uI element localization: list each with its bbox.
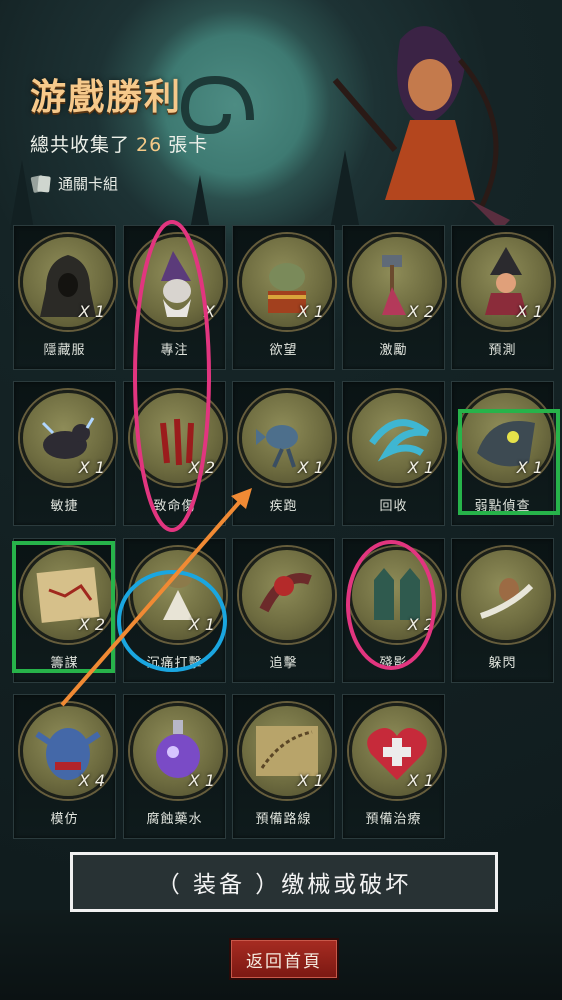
card-count-badge: X 1 [188,615,215,634]
tip-box: （ 装备 ）缴械或破坏 [70,852,498,912]
card-name: 致命傷 [153,499,196,514]
card-item[interactable]: X 1 腐蝕藥水 [123,694,226,839]
card-name: 躲閃 [488,656,517,671]
card-name: 腐蝕藥水 [146,812,203,827]
card-count-badge: X 1 [297,771,324,790]
card-item[interactable]: X 4 模仿 [13,694,116,839]
card-count-badge: X 1 [516,302,543,321]
cards-icon [30,174,52,193]
card-name: 專注 [160,343,189,358]
card-count-badge: X 1 [78,458,105,477]
card-art [458,547,554,643]
card-item[interactable]: X 1 弱點偵查 [451,381,554,526]
card-name: 疾跑 [269,499,298,514]
card-item[interactable]: X 1 敏捷 [13,381,116,526]
card-name: 弱點偵查 [474,499,531,514]
card-name: 敏捷 [50,499,79,514]
card-count-badge: X 2 [407,615,434,634]
card-item[interactable]: X 專注 [123,225,226,370]
archer-character-art [332,26,510,230]
card-name: 欲望 [269,343,298,358]
dodge-icon [480,578,534,619]
card-name: 模仿 [50,812,79,827]
card-name: 預測 [488,343,517,358]
card-count-badge: X 1 [516,458,543,477]
card-count-badge: X 2 [78,615,105,634]
card-name: 隱藏服 [43,343,86,358]
card-item[interactable]: X 1 欲望 [232,225,335,370]
card-item[interactable]: X 2 籌謀 [13,538,116,683]
card-item[interactable]: X 1 隱藏服 [13,225,116,370]
card-art [239,547,335,643]
collected-summary: 總共收集了 26 張卡 [30,130,208,157]
clear-deck-link[interactable]: 通關卡組 [30,173,118,194]
card-count-badge: X 1 [297,302,324,321]
card-name: 預備路線 [255,812,312,827]
card-item[interactable]: X 1 沉痛打擊 [123,538,226,683]
summary-suffix: 張卡 [168,134,209,156]
card-item[interactable]: X 1 回收 [342,381,445,526]
card-count-badge: X 2 [407,302,434,321]
card-item[interactable]: X 1 預測 [451,225,554,370]
card-count-badge: X 1 [297,458,324,477]
card-count-badge: X 4 [78,771,105,790]
summary-prefix: 總共收集了 [30,134,131,156]
card-count-badge: X 1 [407,771,434,790]
clear-deck-label: 通關卡組 [58,175,119,193]
card-name: 預備治療 [365,812,422,827]
card-name: 殘影 [379,656,408,671]
card-item[interactable]: X 2 致命傷 [123,381,226,526]
card-count-badge: X 1 [407,458,434,477]
return-home-button[interactable]: 返回首頁 [229,938,339,980]
card-count-badge: X 1 [78,302,105,321]
card-name: 追擊 [269,656,298,671]
card-name: 沉痛打擊 [146,656,203,671]
card-item[interactable]: 追擊 [232,538,335,683]
card-item[interactable]: X 1 疾跑 [232,381,335,526]
card-name: 籌謀 [50,656,79,671]
card-count-badge: X 1 [188,771,215,790]
card-count-badge: X [204,302,215,321]
card-count-badge: X 2 [188,458,215,477]
chase-icon [259,573,312,613]
card-name: 回收 [379,499,408,514]
card-item[interactable]: 躲閃 [451,538,554,683]
page-title: 游戲勝利 [30,76,183,118]
card-item[interactable]: X 1 預備路線 [232,694,335,839]
card-item[interactable]: X 1 預備治療 [342,694,445,839]
card-item[interactable]: X 2 殘影 [342,538,445,683]
card-count: 26 [136,134,163,156]
card-item[interactable]: X 2 激勵 [342,225,445,370]
game-victory-screen: 游戲勝利 總共收集了 26 張卡 通關卡組 X 1 隱藏服 X 專注 X 1 欲望 X 2 激勵 X… [0,0,562,1000]
card-name: 激勵 [379,343,408,358]
